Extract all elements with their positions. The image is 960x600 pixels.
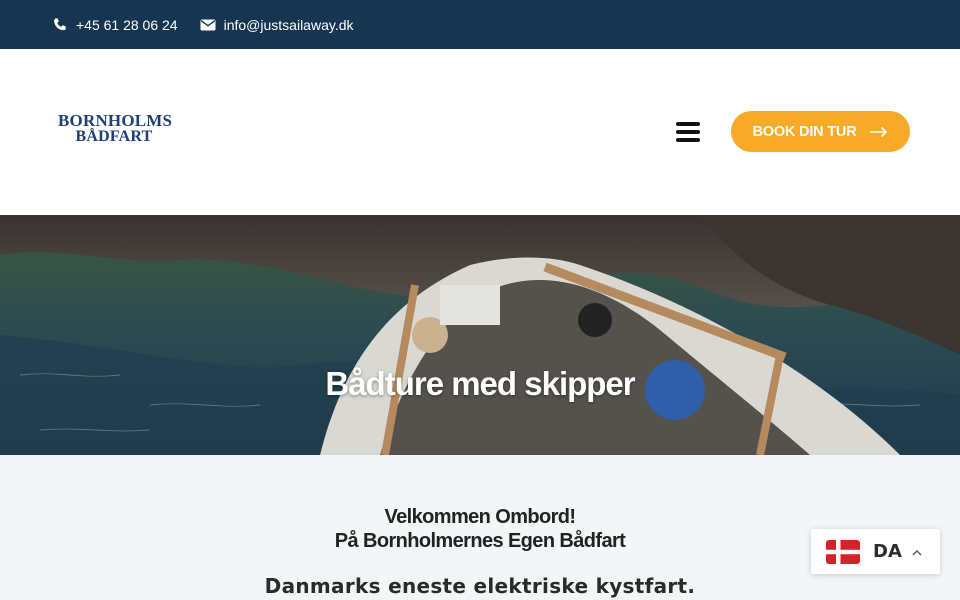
menu-hamburger-icon[interactable] — [676, 121, 700, 143]
welcome-heading: Velkommen Ombord! — [384, 506, 577, 528]
logo-line-1: BORNHOLMS — [58, 111, 173, 130]
site-header: BORNHOLMS BÅDFART BOOK DIN TUR — [0, 49, 960, 215]
email-address: info@justsailaway.dk — [223, 16, 354, 33]
email-link[interactable]: info@justsailaway.dk — [200, 17, 354, 33]
site-logo[interactable]: BORNHOLMS BÅDFART — [58, 111, 173, 145]
book-tour-label: BOOK DIN TUR — [752, 123, 857, 140]
chevron-up-icon — [912, 545, 922, 559]
book-tour-button[interactable]: BOOK DIN TUR — [731, 111, 910, 152]
top-contact-bar: +45 61 28 06 24 info@justsailaway.dk — [0, 0, 960, 49]
phone-number: +45 61 28 06 24 — [76, 16, 178, 33]
logo-line-2: BÅDFART — [75, 128, 153, 145]
welcome-section: Velkommen Ombord! På Bornholmernes Egen … — [0, 455, 960, 600]
hero-title: Bådture med skipper — [325, 365, 635, 402]
envelope-icon — [200, 17, 216, 33]
arrow-right-icon — [870, 126, 888, 137]
phone-link[interactable]: +45 61 28 06 24 — [52, 17, 178, 33]
language-switcher[interactable]: DA — [811, 529, 940, 574]
denmark-flag-icon — [826, 539, 860, 564]
phone-icon — [52, 17, 68, 33]
language-code: DA — [873, 541, 902, 562]
tagline: Danmarks eneste elektriske kystfart. — [264, 574, 696, 598]
hero-banner: Bådture med skipper — [0, 215, 960, 455]
hero-photo — [0, 215, 960, 455]
